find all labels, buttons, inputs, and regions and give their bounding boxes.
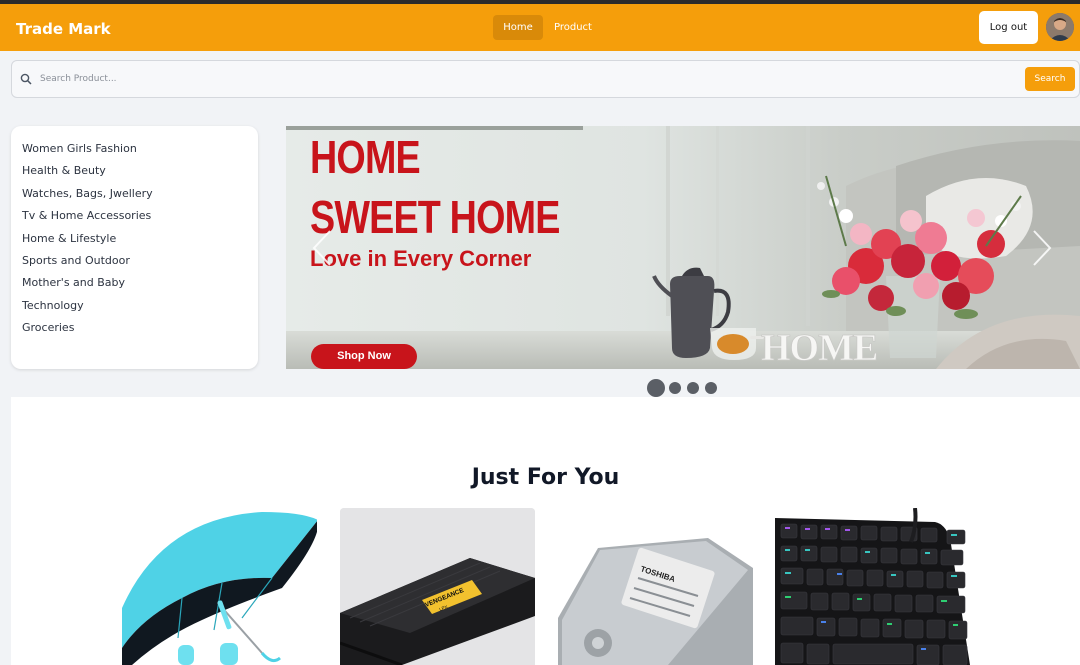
product-card-keyboard[interactable]	[775, 508, 970, 665]
carousel-prev-arrow-icon[interactable]	[310, 228, 334, 268]
product-card-umbrella[interactable]	[122, 508, 317, 665]
banner-headline-line1: HOME	[310, 131, 421, 183]
nav-link-home[interactable]: Home	[493, 15, 543, 40]
carousel-dot-4[interactable]	[705, 382, 717, 394]
carousel-next-arrow-icon[interactable]	[1030, 228, 1054, 268]
category-item-watches-bags-jewellery[interactable]: Watches, Bags, Jwellery	[22, 185, 153, 207]
category-item-home-lifestyle[interactable]: Home & Lifestyle	[22, 230, 153, 252]
banner-subtitle: Love in Every Corner	[310, 246, 532, 271]
hard-drive-product-image: TOSHIBA	[558, 538, 753, 665]
category-item-tv-home-accessories[interactable]: Tv & Home Accessories	[22, 207, 153, 229]
category-item-technology[interactable]: Technology	[22, 297, 153, 319]
search-input[interactable]	[40, 69, 940, 89]
avatar[interactable]	[1046, 13, 1074, 41]
category-item-health-beauty[interactable]: Health & Beuty	[22, 162, 153, 184]
umbrella-product-image	[122, 512, 317, 665]
carousel-dot-1[interactable]	[647, 379, 665, 397]
logout-button[interactable]: Log out	[979, 11, 1038, 44]
hero-carousel[interactable]: HOME HOME SWEET HOME Love in Every Corne…	[286, 126, 1080, 369]
user-avatar-icon	[1046, 13, 1074, 41]
search-bar: Search	[11, 60, 1080, 98]
keyboard-product-image	[775, 508, 970, 665]
search-button[interactable]: Search	[1025, 67, 1075, 91]
category-item-women-girls-fashion[interactable]: Women Girls Fashion	[22, 140, 153, 162]
category-item-groceries[interactable]: Groceries	[22, 319, 153, 341]
search-icon	[20, 73, 32, 85]
banner-headline-line2: SWEET HOME	[310, 191, 560, 243]
carousel-dot-2[interactable]	[669, 382, 681, 394]
brand-logo[interactable]: Trade Mark	[16, 20, 111, 38]
carousel-dot-3[interactable]	[687, 382, 699, 394]
nav-link-product[interactable]: Product	[554, 15, 592, 40]
product-card-hard-drive[interactable]: TOSHIBA	[558, 508, 753, 665]
just-for-you-section: Just For You VENGEANCE LPX TOSHIBA	[11, 397, 1080, 665]
navbar: Trade Mark Home Product Log out	[0, 4, 1080, 51]
category-list: Women Girls Fashion Health & Beuty Watch…	[22, 140, 153, 342]
category-item-sports-outdoor[interactable]: Sports and Outdoor	[22, 252, 153, 274]
section-title: Just For You	[471, 465, 620, 490]
product-card-ram[interactable]: VENGEANCE LPX	[340, 508, 535, 665]
svg-text:HOME: HOME	[761, 327, 877, 369]
category-item-mothers-baby[interactable]: Mother's and Baby	[22, 274, 153, 296]
ram-module-product-image: VENGEANCE LPX	[340, 508, 535, 665]
shop-now-button[interactable]: Shop Now	[311, 344, 417, 369]
category-sidebar: Women Girls Fashion Health & Beuty Watch…	[11, 126, 258, 369]
